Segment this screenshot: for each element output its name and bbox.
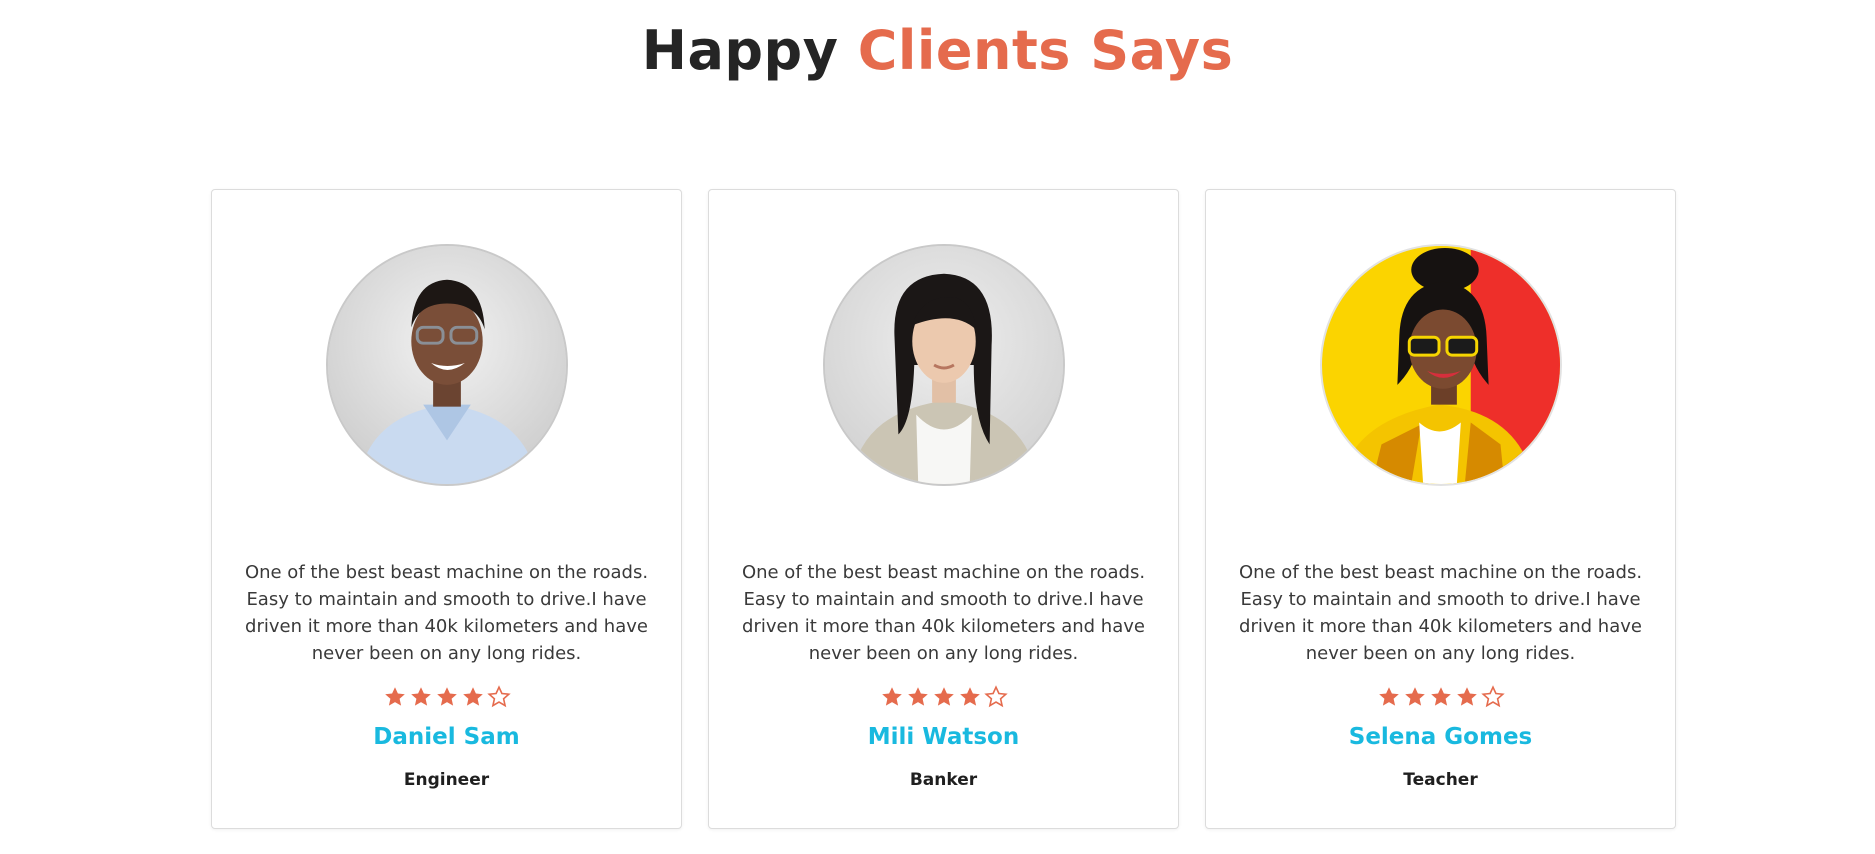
star-filled-icon	[409, 685, 433, 709]
star-empty-icon	[1480, 685, 1505, 709]
client-photo	[823, 244, 1065, 486]
star-filled-icon	[383, 685, 407, 709]
client-role: Teacher	[1403, 770, 1478, 790]
star-empty-icon	[983, 685, 1008, 709]
section-title: Happy Clients Says	[0, 16, 1875, 86]
star-filled-icon	[906, 685, 930, 709]
testimonial-quote: One of the best beast machine on the roa…	[741, 562, 1146, 664]
testimonial-quote: One of the best beast machine on the roa…	[244, 562, 649, 664]
star-filled-icon	[435, 685, 459, 709]
testimonial-card: One of the best beast machine on the roa…	[1205, 189, 1676, 829]
client-photo	[326, 244, 568, 486]
star-filled-icon	[1455, 685, 1479, 709]
star-rating	[1206, 685, 1675, 713]
testimonial-card: One of the best beast machine on the roa…	[708, 189, 1179, 829]
client-name: Mili Watson	[867, 724, 1020, 750]
star-empty-icon	[486, 685, 511, 709]
star-filled-icon	[1377, 685, 1401, 709]
star-filled-icon	[1403, 685, 1427, 709]
section-title-part2: Clients Says	[857, 19, 1234, 82]
client-name: Daniel Sam	[373, 724, 520, 750]
star-filled-icon	[1429, 685, 1453, 709]
testimonials-section: Happy Clients Says One of the best beast…	[0, 0, 1875, 854]
star-rating	[212, 685, 681, 713]
client-role: Engineer	[403, 770, 490, 790]
client-name: Selena Gomes	[1348, 724, 1533, 750]
client-role: Banker	[909, 770, 978, 790]
star-filled-icon	[958, 685, 982, 709]
star-filled-icon	[880, 685, 904, 709]
star-filled-icon	[461, 685, 485, 709]
testimonial-quote: One of the best beast machine on the roa…	[1238, 562, 1643, 664]
section-title-part1: Happy	[641, 19, 839, 82]
client-photo	[1320, 244, 1562, 486]
testimonial-card: One of the best beast machine on the roa…	[211, 189, 682, 829]
star-filled-icon	[932, 685, 956, 709]
star-rating	[709, 685, 1178, 713]
